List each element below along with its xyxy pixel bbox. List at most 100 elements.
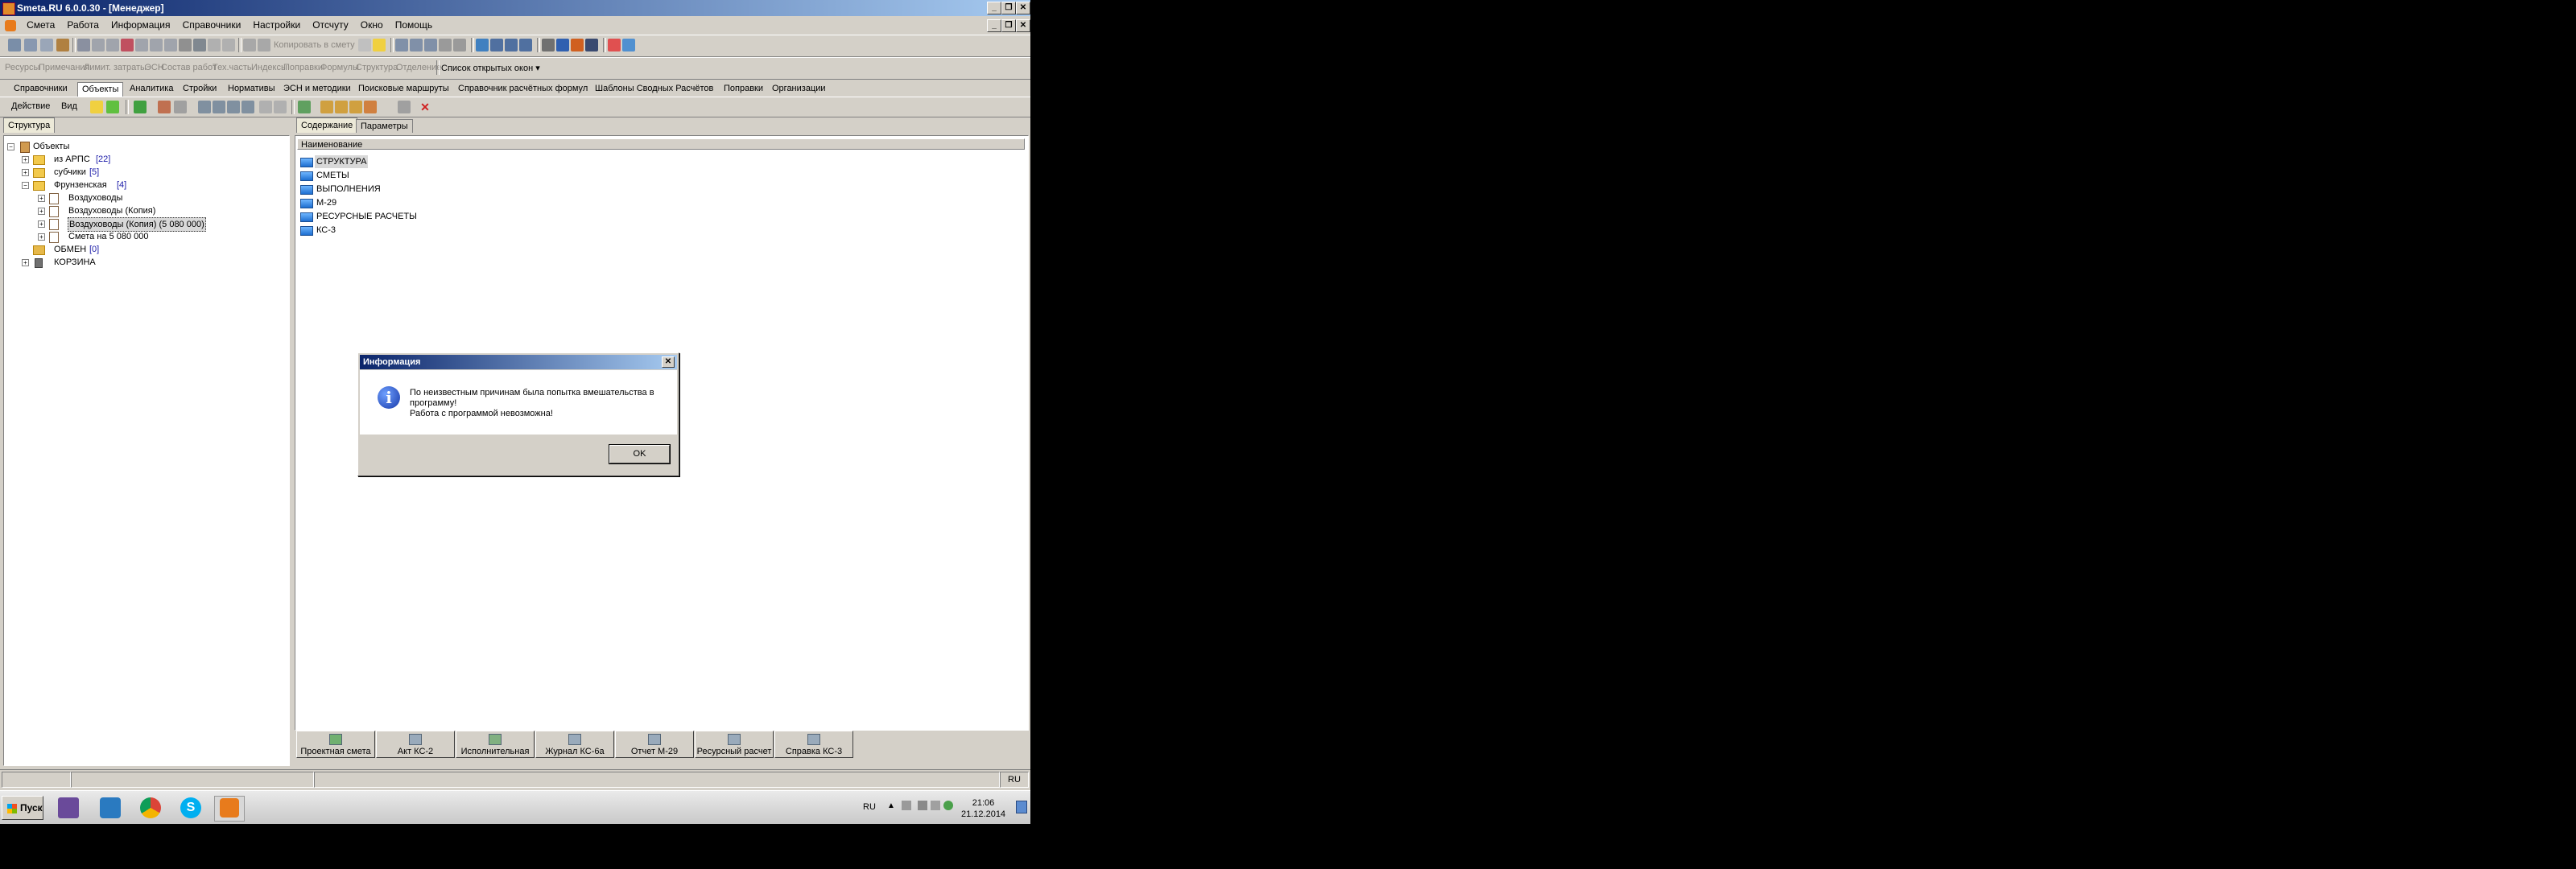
expand-icon[interactable]: +: [38, 233, 45, 241]
lock-icon[interactable]: [243, 39, 256, 51]
redo-icon[interactable]: [106, 39, 119, 51]
resource-calc-button[interactable]: Ресурсный расчет: [695, 731, 774, 758]
new-folder-icon[interactable]: [90, 101, 103, 113]
menu-spravochniki[interactable]: Справочники: [178, 17, 246, 33]
find-icon[interactable]: [179, 39, 192, 51]
network-icon[interactable]: [918, 801, 927, 810]
clock[interactable]: 21:06 21.12.2014: [961, 797, 1005, 820]
copy-to-estimate-button[interactable]: Копировать в смету: [274, 40, 355, 50]
expand-icon[interactable]: +: [22, 169, 29, 176]
toolbar-indexes[interactable]: Индексы: [251, 63, 287, 72]
move-object-icon[interactable]: [213, 101, 225, 113]
executive-button[interactable]: Исполнительная: [456, 731, 535, 758]
filter-icon[interactable]: [358, 39, 371, 51]
calc-icon[interactable]: [208, 39, 221, 51]
taskbar-app[interactable]: [53, 796, 82, 820]
refresh-tree-icon[interactable]: [134, 101, 147, 113]
tab-structure[interactable]: Структура: [3, 117, 56, 133]
taskbar-app[interactable]: [95, 796, 124, 820]
taskbar-app[interactable]: S: [175, 796, 204, 820]
act-icon[interactable]: [174, 101, 187, 113]
machine-icon[interactable]: [585, 39, 598, 51]
taskbar-app-active[interactable]: [214, 796, 245, 822]
toolbar-resources[interactable]: Ресурсы: [5, 63, 39, 72]
column-header-name[interactable]: Наименование: [297, 138, 1025, 150]
collapse-icon[interactable]: −: [22, 182, 29, 189]
group-icon[interactable]: [453, 39, 466, 51]
tab-obekty[interactable]: Объекты: [77, 82, 124, 97]
toolbar-section[interactable]: Отделение: [396, 63, 441, 72]
properties-icon[interactable]: [398, 101, 411, 113]
clone-icon[interactable]: [242, 101, 254, 113]
open-windows-dropdown[interactable]: Список открытых окон ▾: [441, 63, 540, 73]
window-title-bar[interactable]: Smeta.RU 6.0.0.30 - [Менеджер] _ ❐ ✕: [0, 0, 1030, 16]
menu-informaciya[interactable]: Информация: [106, 17, 175, 33]
minimize-button[interactable]: _: [987, 2, 1001, 14]
tab-search-routes[interactable]: Поисковые маршруты: [354, 82, 453, 96]
truck-icon[interactable]: [556, 39, 569, 51]
excavator-icon[interactable]: [571, 39, 584, 51]
journal-ks6a-button[interactable]: Журнал КС-6а: [535, 731, 614, 758]
add-object-icon[interactable]: [106, 101, 119, 113]
print-preview-icon[interactable]: [193, 39, 206, 51]
blue-arrow-icon[interactable]: [622, 39, 635, 51]
estimate-icon[interactable]: [158, 101, 171, 113]
delete-object-icon[interactable]: ✕: [419, 101, 431, 113]
view-menu[interactable]: Вид: [61, 101, 77, 111]
export-icon[interactable]: [505, 39, 518, 51]
toolbar-notes[interactable]: Примечания: [39, 63, 90, 72]
settings-icon[interactable]: [542, 39, 555, 51]
toolbar-formulas[interactable]: Формулы: [320, 63, 359, 72]
sync-icon[interactable]: [943, 801, 953, 810]
tab-normativy[interactable]: Нормативы: [224, 82, 279, 96]
tab-analitika[interactable]: Аналитика: [126, 82, 177, 96]
close-button[interactable]: ✕: [1016, 2, 1030, 14]
taskbar-app[interactable]: [135, 796, 164, 820]
save-icon[interactable]: [77, 39, 90, 51]
toolbar-works[interactable]: Состав работ: [161, 63, 217, 72]
act-ks2-button[interactable]: Акт КС-2: [376, 731, 455, 758]
toolbar-techpart[interactable]: Тех.часть: [213, 63, 252, 72]
report-m29-button[interactable]: Отчет М-29: [615, 731, 694, 758]
menu-rabota[interactable]: Работа: [62, 17, 104, 33]
expand-icon[interactable]: +: [38, 220, 45, 228]
project-estimate-button[interactable]: Проектная смета: [296, 731, 375, 758]
tab-templates[interactable]: Шаблоны Сводных Расчётов: [591, 82, 717, 96]
move-down-icon[interactable]: [274, 101, 287, 113]
tab-parameters[interactable]: Параметры: [356, 119, 413, 133]
menu-okno[interactable]: Окно: [356, 17, 388, 33]
flag-tray-icon[interactable]: [902, 801, 911, 810]
paste-object-icon[interactable]: [227, 101, 240, 113]
expand-icon[interactable]: +: [22, 259, 29, 266]
tab-esn[interactable]: ЭСН и методики: [279, 82, 355, 96]
attach-icon[interactable]: [364, 101, 377, 113]
copy-object-icon[interactable]: [198, 101, 211, 113]
print-icon[interactable]: [40, 39, 53, 51]
menu-nastroyki[interactable]: Настройки: [248, 17, 305, 33]
link-icon[interactable]: [258, 39, 270, 51]
toolbar-corrections[interactable]: Поправки: [283, 63, 323, 72]
mdi-close-button[interactable]: ✕: [1016, 19, 1030, 32]
tab-contents[interactable]: Содержание: [296, 117, 358, 133]
menu-otschetu[interactable]: Отсчуту: [308, 17, 353, 33]
undo-icon[interactable]: [92, 39, 105, 51]
move-up-icon[interactable]: [259, 101, 272, 113]
tab-stroyki[interactable]: Стройки: [179, 82, 221, 96]
expand-icon[interactable]: +: [38, 208, 45, 215]
ok-button[interactable]: OK: [609, 444, 671, 464]
refresh-icon[interactable]: [121, 39, 134, 51]
toolbar-structure[interactable]: Структура: [356, 63, 398, 72]
link-object-icon[interactable]: [349, 101, 362, 113]
edit-icon[interactable]: [56, 39, 69, 51]
toolbar-limits[interactable]: Лимит. затраты: [84, 63, 147, 72]
sort-icon[interactable]: [439, 39, 452, 51]
expand-icon[interactable]: +: [22, 156, 29, 163]
app-menu-icon[interactable]: [5, 20, 16, 32]
show-desktop-button[interactable]: [1016, 801, 1027, 813]
menu-pomosh[interactable]: Помощь: [390, 17, 437, 33]
cut-icon[interactable]: [135, 39, 148, 51]
tab-organizations[interactable]: Организации: [768, 82, 830, 96]
folder-icon[interactable]: [373, 39, 386, 51]
maximize-button[interactable]: ❐: [1001, 2, 1016, 14]
table-icon[interactable]: [410, 39, 423, 51]
